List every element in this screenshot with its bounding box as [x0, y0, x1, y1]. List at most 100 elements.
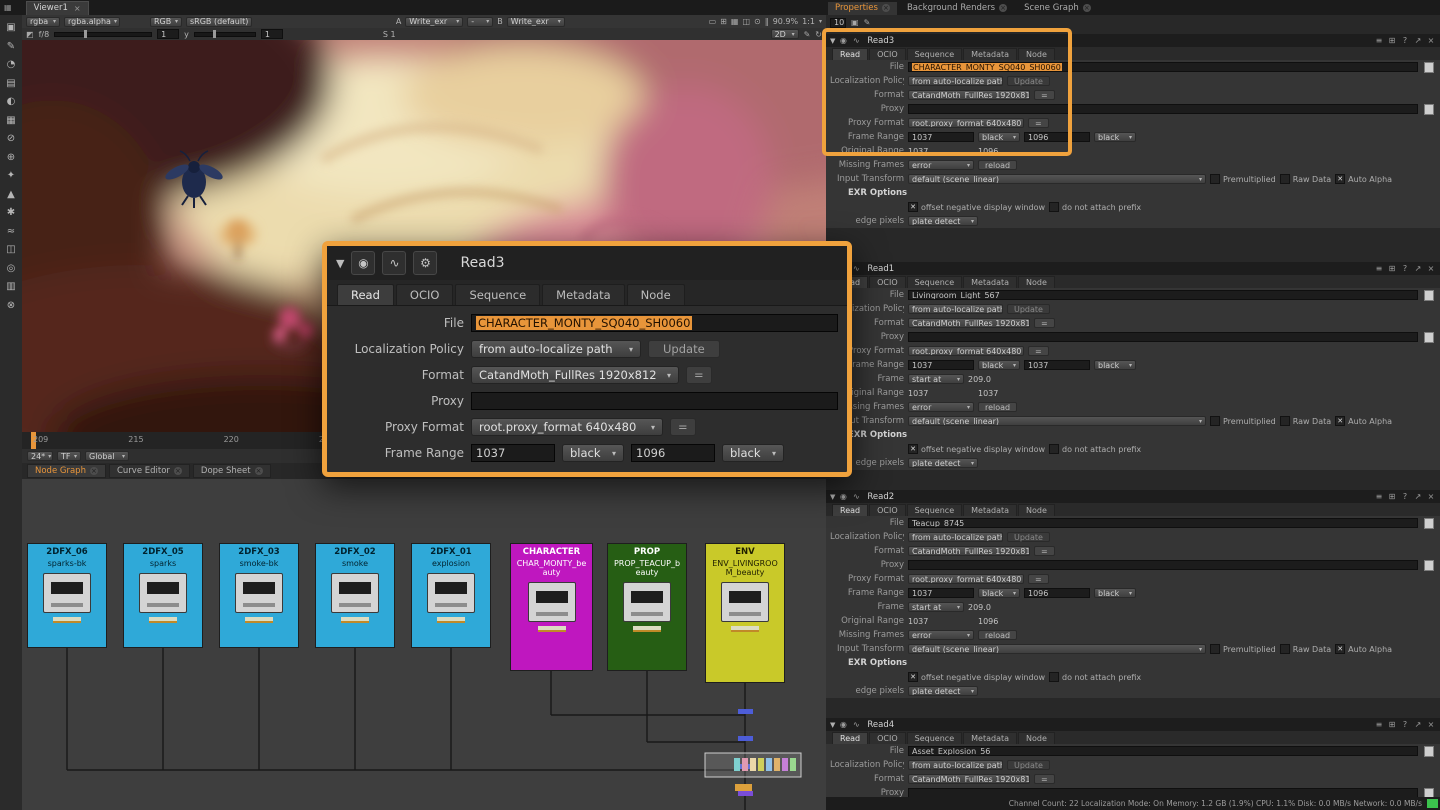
gamma-input[interactable]: 1 [261, 29, 283, 39]
time-icon[interactable]: ◔ [3, 57, 19, 72]
toolsets-icon[interactable]: ▥ [3, 279, 19, 294]
tab-read[interactable]: Read [832, 732, 868, 744]
refresh-icon[interactable]: ↻ [815, 30, 822, 39]
tab-ocio[interactable]: OCIO [869, 504, 906, 516]
tab-curve-editor[interactable]: Curve Editor× [109, 464, 190, 478]
tab-metadata[interactable]: Metadata [963, 48, 1017, 60]
reload-button[interactable]: reload [978, 630, 1017, 640]
file-input[interactable]: CHARACTER_MONTY_SQ040_SH0060 [471, 314, 838, 332]
raw-data-checkbox[interactable]: Raw Data [1280, 644, 1331, 654]
format-dropdown[interactable]: CatandMoth_FullRes 1920x812▾ [908, 774, 1030, 784]
viewer-icon[interactable]: ▣ [3, 20, 19, 35]
center-node-icon[interactable]: ◉ [838, 36, 848, 45]
file-browse-button[interactable] [1424, 290, 1434, 301]
tab-node[interactable]: Node [1018, 48, 1055, 60]
file-browse-button[interactable] [1424, 62, 1434, 73]
frame-mode-dropdown[interactable]: start at▾ [908, 602, 964, 612]
pause-icon[interactable]: ‖ [765, 17, 769, 26]
collapse-triangle-icon[interactable]: ▼ [830, 493, 835, 501]
dag-node-2dfx_03[interactable]: 2DFX_03smoke-bk [219, 543, 299, 648]
tab-read[interactable]: Read [832, 504, 868, 516]
gamma-slider[interactable] [194, 32, 256, 37]
other-icon[interactable]: ⊗ [3, 298, 19, 313]
format-dropdown[interactable]: CatandMoth_FullRes 1920x812▾ [908, 318, 1030, 328]
tab-node[interactable]: Node [1018, 276, 1055, 288]
tab-sequence[interactable]: Sequence [907, 732, 962, 744]
app-menu-icon[interactable]: ▦ [4, 3, 12, 12]
frame-range-start-input[interactable]: 1037 [908, 588, 974, 598]
stack-icon[interactable]: ≡ [1374, 492, 1384, 501]
copy-icon[interactable]: ⊞ [1387, 492, 1397, 501]
chevron-down-icon[interactable]: ▾ [819, 18, 822, 25]
tab-sequence[interactable]: Sequence [907, 48, 962, 60]
node-controls-icon[interactable]: ⚙ [413, 251, 437, 275]
tab-node[interactable]: Node [627, 284, 685, 305]
sample-label[interactable]: S 1 [383, 30, 396, 39]
localization-policy-dropdown[interactable]: from auto-localize path▾ [908, 304, 1003, 314]
proxy-format-equals-button[interactable]: = [1028, 346, 1049, 356]
close-icon[interactable]: × [1426, 36, 1436, 45]
localization-policy-dropdown[interactable]: from auto-localize path▾ [908, 76, 1003, 86]
tab-node[interactable]: Node [1018, 732, 1055, 744]
proxy-format-dropdown[interactable]: root.proxy_format 640x480▾ [908, 574, 1024, 584]
tab-metadata[interactable]: Metadata [963, 276, 1017, 288]
frame-range-end-input[interactable]: 1096 [1024, 588, 1090, 598]
center-view-icon[interactable]: ⊙ [754, 17, 761, 26]
no-prefix-checkbox[interactable]: do not attach prefix [1049, 202, 1141, 212]
raw-data-checkbox[interactable]: Raw Data [1280, 174, 1331, 184]
viewer-2d-dropdown[interactable]: 2D▾ [771, 29, 799, 39]
localization-policy-dropdown[interactable]: from auto-localize path▾ [908, 532, 1003, 542]
draw-icon[interactable]: ✎ [3, 39, 19, 54]
frame-range-start-input[interactable]: 1037 [471, 444, 555, 462]
views-icon[interactable]: ◫ [3, 242, 19, 257]
tab-dope-sheet[interactable]: Dope Sheet× [193, 464, 271, 478]
format-dropdown[interactable]: CatandMoth_FullRes 1920x812▾ [908, 90, 1030, 100]
reload-button[interactable]: reload [978, 402, 1017, 412]
pixel-aspect[interactable]: 1:1 [802, 17, 815, 26]
missing-frames-dropdown[interactable]: error▾ [908, 160, 974, 170]
proxy-format-equals-button[interactable]: = [1028, 118, 1049, 128]
close-icon[interactable]: × [882, 4, 890, 12]
close-icon[interactable]: × [1083, 4, 1091, 12]
curve-icon[interactable]: ∿ [851, 264, 861, 273]
fps-dropdown[interactable]: 24*▾ [27, 451, 53, 461]
collapse-triangle-icon[interactable]: ▼ [830, 721, 835, 729]
format-equals-button[interactable]: = [1034, 546, 1055, 556]
viewer-colorspace-dropdown[interactable]: sRGB (default)▾ [186, 17, 252, 27]
proxy-browse-button[interactable] [1424, 332, 1434, 343]
premultiplied-checkbox[interactable]: Premultiplied [1210, 644, 1276, 654]
format-equals-button[interactable]: = [1034, 90, 1055, 100]
help-icon[interactable]: ? [1400, 36, 1410, 45]
help-icon[interactable]: ? [1400, 264, 1410, 273]
frame-range-start-mode-dropdown[interactable]: black▾ [978, 360, 1020, 370]
stack-icon[interactable]: ≡ [1374, 720, 1384, 729]
tab-scene-graph[interactable]: Scene Graph× [1017, 2, 1098, 15]
pencil-icon[interactable]: ✎ [804, 30, 811, 39]
stack-icon[interactable]: ≡ [1374, 36, 1384, 45]
tab-ocio[interactable]: OCIO [869, 48, 906, 60]
collapse-triangle-icon[interactable]: ▼ [336, 257, 344, 270]
frame-range-start-mode-dropdown[interactable]: black▾ [562, 444, 624, 462]
dag-node-2dfx_06[interactable]: 2DFX_06sparks-bk [27, 543, 107, 648]
frame-range-end-mode-dropdown[interactable]: black▾ [1094, 360, 1136, 370]
file-input[interactable]: Asset_Explosion_56 [908, 746, 1418, 756]
close-icon[interactable]: × [74, 4, 81, 13]
frame-range-end-mode-dropdown[interactable]: black▾ [1094, 132, 1136, 142]
file-input[interactable]: Teacup_8745 [908, 518, 1418, 528]
timecode-dropdown[interactable]: TF▾ [57, 451, 81, 461]
proxy-browse-button[interactable] [1424, 104, 1434, 115]
format-equals-button[interactable]: = [1034, 318, 1055, 328]
gain-slider[interactable] [54, 32, 152, 37]
raw-data-checkbox[interactable]: Raw Data [1280, 416, 1331, 426]
help-icon[interactable]: ? [1400, 720, 1410, 729]
no-prefix-checkbox[interactable]: do not attach prefix [1049, 672, 1141, 682]
float-icon[interactable]: ↗ [1413, 492, 1423, 501]
file-input[interactable]: CHARACTER_MONTY_SQ040_SH0060 [908, 62, 1418, 72]
proxy-input[interactable] [471, 392, 838, 410]
frame-range-start-input[interactable]: 1037 [908, 132, 974, 142]
clear-panels-icon[interactable]: ✎ [864, 18, 871, 27]
curve-editor-icon[interactable]: ∿ [382, 251, 406, 275]
tab-ocio[interactable]: OCIO [869, 276, 906, 288]
collapse-triangle-icon[interactable]: ▼ [830, 37, 835, 45]
dag-node-character[interactable]: CHARACTERCHAR_MONTY_beauty [510, 543, 593, 671]
